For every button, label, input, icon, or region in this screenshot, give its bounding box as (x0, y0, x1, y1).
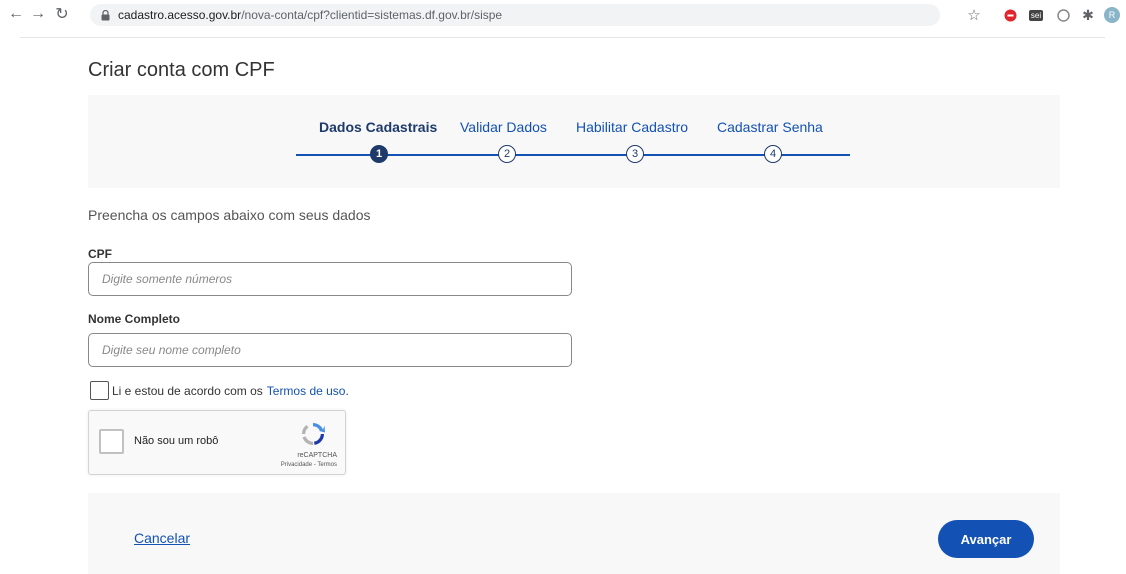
address-bar[interactable]: cadastro.acesso.gov.br/nova-conta/cpf?cl… (90, 4, 940, 26)
recaptcha-widget: Não sou um robô reCAPTCHA Privacidade - … (88, 410, 346, 475)
reload-icon[interactable]: ↻ (52, 4, 72, 24)
recaptcha-checkbox[interactable] (99, 429, 124, 454)
extension-sei-icon[interactable]: sei (1027, 6, 1045, 24)
terms-row: Li e estou de acordo com os Termos de us… (90, 381, 349, 400)
cancel-link[interactable]: Cancelar (134, 530, 190, 546)
page-title: Criar conta com CPF (88, 59, 275, 81)
step-2-indicator: 2 (498, 145, 516, 163)
full-name-input[interactable] (88, 333, 572, 367)
step-1-indicator: 1 (370, 145, 388, 163)
step-label-validar-dados: Validar Dados (460, 119, 547, 135)
step-3-indicator: 3 (626, 145, 644, 163)
form-intro: Preencha os campos abaixo com seus dados (88, 207, 371, 223)
back-arrow-icon[interactable]: ← (6, 4, 26, 24)
steps-panel: Dados Cadastrais Validar Dados Habilitar… (88, 95, 1060, 188)
step-label-dados-cadastrais: Dados Cadastrais (319, 119, 438, 135)
recaptcha-label: Não sou um robô (134, 435, 219, 447)
name-label: Nome Completo (88, 312, 181, 326)
terms-suffix: . (345, 383, 349, 398)
extension-red-icon[interactable] (1001, 6, 1019, 24)
header-divider (20, 37, 1105, 38)
terms-text: Li e estou de acordo com os (112, 383, 263, 398)
terms-link[interactable]: Termos de uso (267, 384, 346, 398)
cpf-input[interactable] (88, 262, 572, 296)
lock-icon (98, 9, 112, 21)
step-label-habilitar-cadastro: Habilitar Cadastro (576, 119, 689, 135)
browser-toolbar: ← → ↻ cadastro.acesso.gov.br/nova-conta/… (0, 0, 1126, 30)
footer-panel: Cancelar Avançar (88, 493, 1060, 574)
recaptcha-links[interactable]: Privacidade - Termos (257, 462, 337, 468)
recaptcha-logo-icon (299, 420, 327, 448)
next-button[interactable]: Avançar (938, 520, 1034, 558)
forward-arrow-icon[interactable]: → (28, 4, 48, 24)
extensions-puzzle-icon[interactable]: ✱ (1079, 6, 1097, 24)
extension-github-icon[interactable] (1054, 6, 1072, 24)
profile-avatar[interactable]: R (1103, 6, 1121, 24)
cpf-label: CPF (88, 247, 112, 261)
url-text: cadastro.acesso.gov.br/nova-conta/cpf?cl… (118, 8, 503, 22)
recaptcha-brand: reCAPTCHA (297, 452, 337, 459)
step-4-indicator: 4 (764, 145, 782, 163)
terms-checkbox[interactable] (90, 381, 109, 400)
step-label-cadastrar-senha: Cadastrar Senha (717, 119, 823, 135)
bookmark-star-icon[interactable]: ☆ (965, 6, 983, 24)
